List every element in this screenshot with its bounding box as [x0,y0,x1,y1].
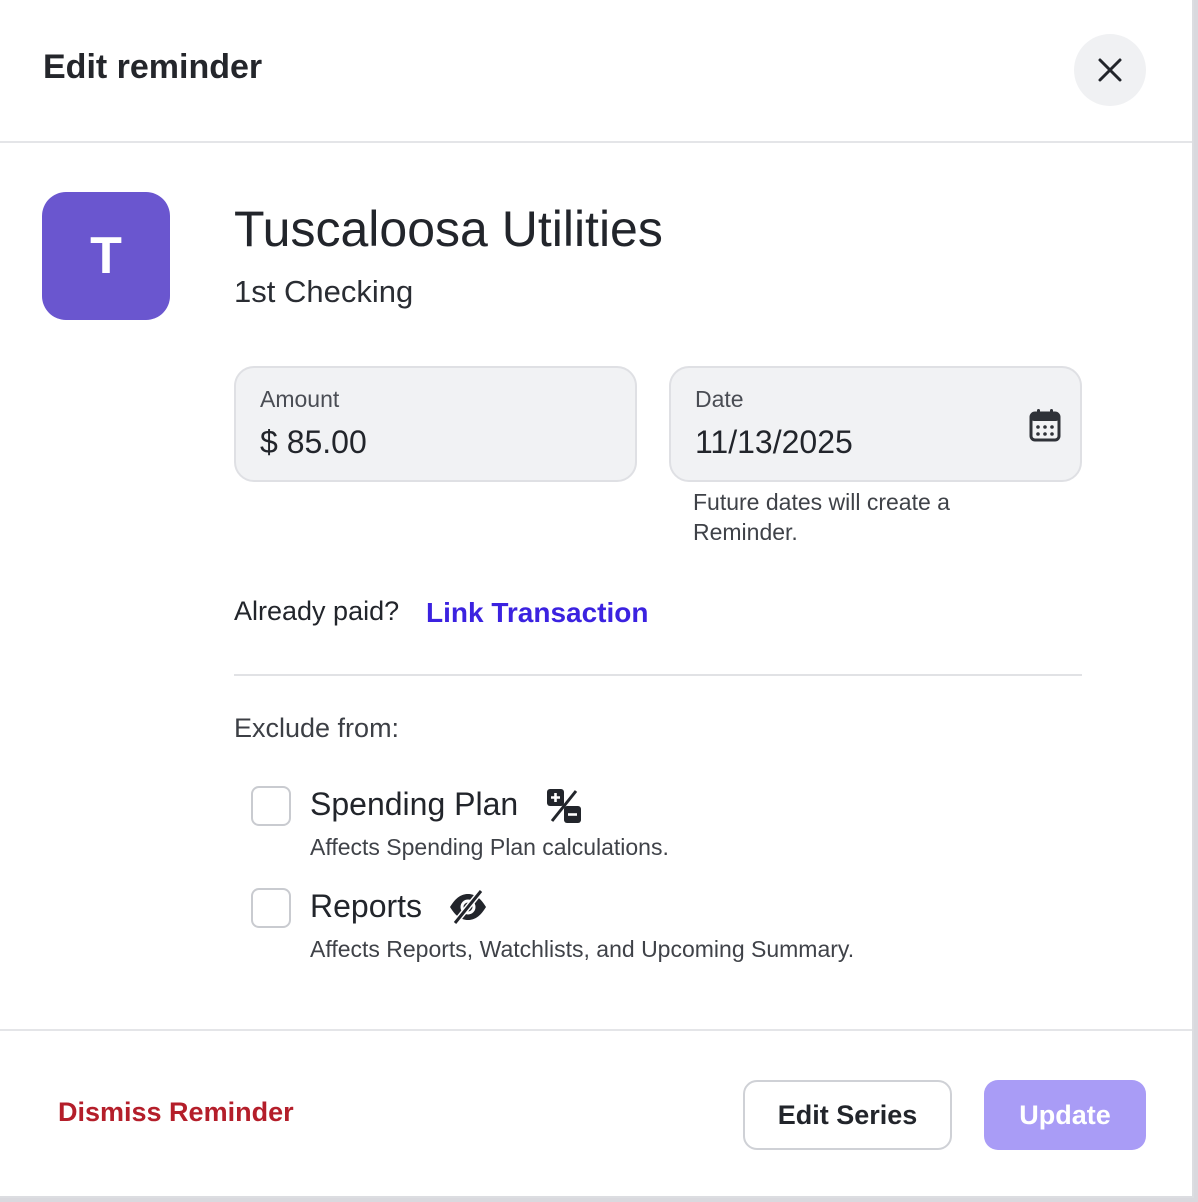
exclude-heading: Exclude from: [234,713,400,743]
reports-label: Reports [310,888,423,924]
eye-slash-icon [450,889,486,925]
payee-avatar: T [42,192,170,320]
already-paid-prompt: Already paid? [234,596,400,626]
calendar-icon[interactable] [1029,408,1061,442]
date-field[interactable]: Date 11/13/2025 [669,366,1082,482]
spending-plan-label: Spending Plan [310,786,519,822]
update-label: Update [1019,1099,1111,1130]
edit-series-label: Edit Series [777,1099,918,1130]
amount-label: Amount [260,386,340,412]
dialog-header: Edit reminder [0,0,1192,143]
spending-plan-description: Affects Spending Plan calculations. [310,834,669,860]
amount-field[interactable]: Amount $ 85.00 [234,366,637,482]
plus-minus-icon [547,789,581,823]
reports-description: Affects Reports, Watchlists, and Upcomin… [310,936,855,962]
reports-checkbox[interactable] [251,888,291,928]
spending-plan-checkbox[interactable] [251,786,291,826]
divider [234,674,1082,676]
amount-value[interactable]: $ 85.00 [260,424,367,461]
date-hint: Future dates will create a Reminder. [693,489,950,545]
date-label: Date [695,386,744,412]
edit-reminder-dialog: Edit reminder T Tuscaloosa Utilities 1st… [0,0,1194,1198]
avatar-letter: T [90,227,122,285]
account-name: 1st Checking [234,274,414,309]
date-value[interactable]: 11/13/2025 [695,424,853,461]
close-icon [1098,58,1122,82]
dialog-title: Edit reminder [43,48,263,86]
payee-name: Tuscaloosa Utilities [234,201,663,257]
dismiss-reminder-button[interactable]: Dismiss Reminder [58,1097,294,1128]
close-button[interactable] [1074,34,1146,106]
update-button[interactable]: Update [984,1080,1146,1150]
edit-series-button[interactable]: Edit Series [743,1080,952,1150]
link-transaction-link[interactable]: Link Transaction [426,597,649,629]
